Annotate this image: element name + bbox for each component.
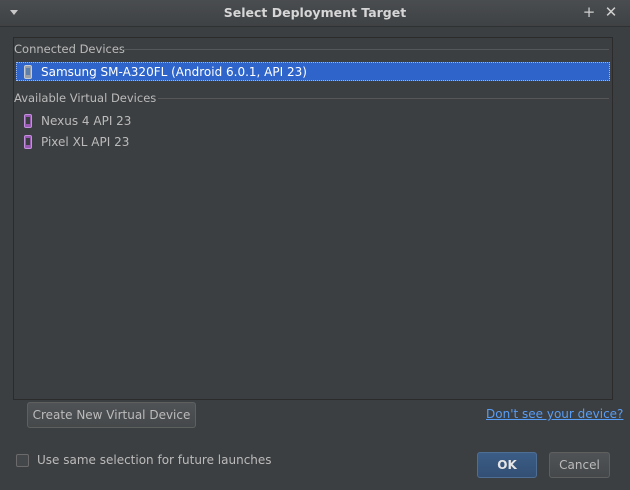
pin-plus-icon[interactable]: + [581, 3, 597, 21]
dont-see-device-link[interactable]: Don't see your device? [486, 407, 623, 421]
group-divider [122, 49, 609, 50]
physical-device-icon [24, 64, 32, 79]
remember-selection-label: Use same selection for future launches [37, 453, 272, 467]
device-row-nexus-4[interactable]: Nexus 4 API 23 [16, 111, 610, 130]
cancel-button[interactable]: Cancel [549, 452, 610, 478]
virtual-device-icon [24, 134, 32, 149]
group-divider [158, 98, 609, 99]
create-virtual-device-button[interactable]: Create New Virtual Device [27, 402, 196, 428]
remember-selection-checkbox[interactable] [16, 453, 29, 467]
ok-button[interactable]: OK [477, 452, 537, 478]
device-label: Pixel XL API 23 [41, 134, 130, 149]
virtual-device-icon [24, 113, 32, 128]
device-row-pixel-xl[interactable]: Pixel XL API 23 [16, 132, 610, 151]
dialog-title: Select Deployment Target [223, 5, 407, 20]
device-list: Connected Devices Samsung SM-A320FL (And… [13, 37, 613, 400]
device-label: Samsung SM-A320FL (Android 6.0.1, API 23… [41, 64, 307, 79]
close-icon[interactable]: ✕ [603, 3, 619, 21]
group-header-virtual: Available Virtual Devices [14, 89, 611, 107]
remember-selection-option[interactable]: Use same selection for future launches [16, 453, 272, 467]
group-label-virtual: Available Virtual Devices [14, 91, 163, 105]
title-bar: Select Deployment Target + ✕ [0, 0, 630, 27]
device-row-samsung-sm-a320fl[interactable]: Samsung SM-A320FL (Android 6.0.1, API 23… [16, 62, 610, 81]
group-header-connected: Connected Devices [14, 40, 611, 58]
deployment-target-dialog: Select Deployment Target + ✕ Connected D… [0, 0, 630, 490]
group-label-connected: Connected Devices [14, 42, 131, 56]
device-label: Nexus 4 API 23 [41, 113, 132, 128]
